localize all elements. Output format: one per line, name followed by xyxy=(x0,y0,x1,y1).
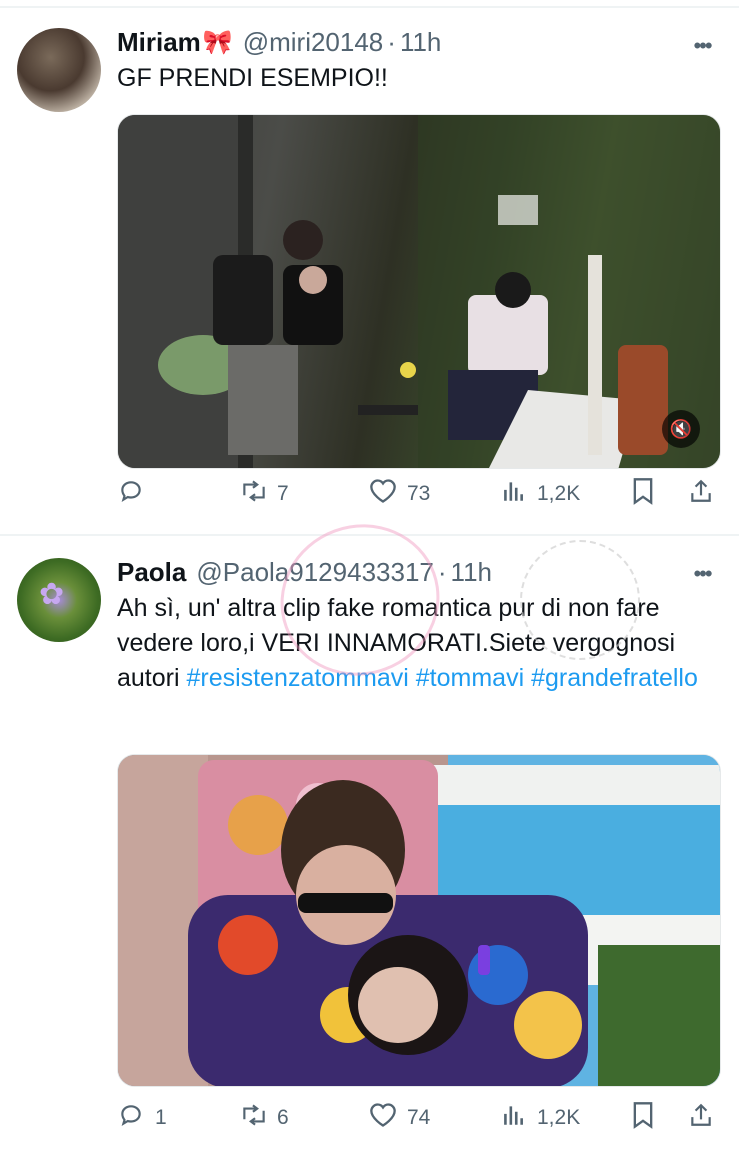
like-button[interactable]: 73 xyxy=(369,476,430,512)
views-icon xyxy=(499,1102,527,1135)
tweet-video[interactable]: 🔇 xyxy=(117,114,721,469)
more-icon[interactable]: ••• xyxy=(687,35,717,57)
bow-emoji-icon: 🎀 xyxy=(202,28,233,56)
reply-icon xyxy=(117,1102,145,1135)
timestamp[interactable]: 11h xyxy=(400,27,441,58)
retweet-count: 6 xyxy=(277,1106,289,1129)
avatar[interactable]: ✿ xyxy=(17,558,101,642)
heart-icon xyxy=(369,1102,397,1135)
tweet-text-body: GF PRENDI ESEMPIO!! xyxy=(117,64,388,92)
tweet[interactable]: Miriam 🎀 @miri20148 · 11h ••• GF PRENDI … xyxy=(0,8,739,535)
tweet-header: Miriam 🎀 @miri20148 · 11h xyxy=(117,24,441,60)
separator-dot: · xyxy=(387,26,396,57)
reply-button[interactable] xyxy=(117,476,155,512)
more-icon[interactable]: ••• xyxy=(687,563,717,585)
heart-icon xyxy=(369,478,397,511)
reply-count: 1 xyxy=(155,1106,167,1129)
timestamp[interactable]: 11h xyxy=(451,557,492,588)
tweet-image[interactable] xyxy=(117,754,721,1087)
like-count: 74 xyxy=(407,1106,431,1129)
image-frame xyxy=(118,755,720,1086)
retweet-icon xyxy=(239,1102,267,1135)
hashtag-link[interactable]: #grandefratello xyxy=(531,664,698,692)
like-count: 73 xyxy=(407,482,431,505)
hashtag-link[interactable]: #tommavi xyxy=(416,664,524,692)
tweet-text: GF PRENDI ESEMPIO!! xyxy=(117,61,717,96)
sticker-overlay xyxy=(520,540,640,660)
bookmark-button[interactable] xyxy=(629,1100,667,1136)
like-button[interactable]: 74 xyxy=(369,1100,430,1136)
bookmark-button[interactable] xyxy=(629,476,667,512)
tweet-actions: 1 6 74 1,2K xyxy=(117,1100,721,1136)
views-icon xyxy=(499,478,527,511)
share-button[interactable] xyxy=(687,476,725,512)
flower-icon: ✿ xyxy=(39,578,65,611)
bookmark-icon xyxy=(629,1101,657,1136)
retweet-icon xyxy=(239,478,267,511)
reply-icon xyxy=(117,478,145,511)
video-frame xyxy=(118,115,720,468)
user-handle[interactable]: @miri20148 xyxy=(243,27,384,58)
retweet-count: 7 xyxy=(277,482,289,505)
share-icon xyxy=(687,477,715,512)
views-count: 1,2K xyxy=(537,482,581,505)
separator-dot: · xyxy=(437,556,447,587)
share-button[interactable] xyxy=(687,1100,725,1136)
display-name[interactable]: Paola xyxy=(117,557,186,588)
retweet-button[interactable]: 6 xyxy=(239,1100,289,1136)
mute-icon[interactable]: 🔇 xyxy=(662,410,700,448)
tweet-actions: 7 73 1,2K xyxy=(117,476,721,512)
reply-button[interactable]: 1 xyxy=(117,1100,167,1136)
bookmark-icon xyxy=(629,477,657,512)
avatar[interactable] xyxy=(17,28,101,112)
display-name[interactable]: Miriam xyxy=(117,27,201,58)
share-icon xyxy=(687,1101,715,1136)
retweet-button[interactable]: 7 xyxy=(239,476,289,512)
views-count: 1,2K xyxy=(537,1106,581,1129)
views-button[interactable]: 1,2K xyxy=(499,476,580,512)
views-button[interactable]: 1,2K xyxy=(499,1100,580,1136)
